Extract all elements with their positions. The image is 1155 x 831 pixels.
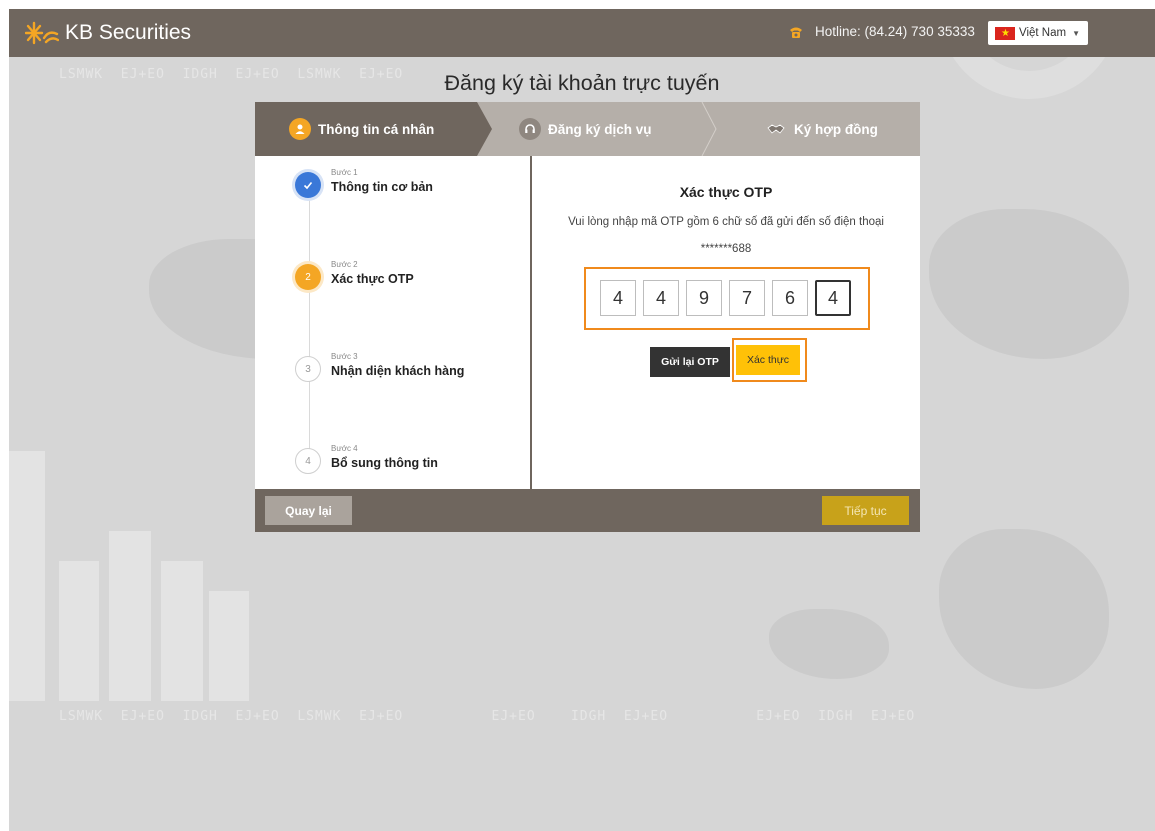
step-item-basic-info: Bước 1 Thông tin cơ bản	[295, 168, 433, 198]
background-map-shape	[769, 609, 889, 679]
background-bar-shape	[209, 591, 249, 701]
back-button[interactable]: Quay lại	[265, 496, 352, 525]
tab-label: Ký hợp đồng	[794, 121, 878, 137]
step-number-badge: 2	[295, 264, 321, 290]
chevron-divider-icon	[701, 102, 717, 156]
caret-down-icon: ▼	[1072, 28, 1081, 38]
otp-digit-input[interactable]: 4	[643, 280, 679, 316]
background-bar-shape	[9, 451, 45, 701]
verify-button[interactable]: Xác thực	[736, 345, 800, 375]
step-title: Bổ sung thông tin	[331, 456, 438, 470]
step-number-label: Bước 2	[331, 260, 358, 269]
tab-personal-info[interactable]: Thông tin cá nhân	[289, 102, 434, 156]
wizard-footer: Quay lại Tiếp tục	[255, 489, 920, 532]
step-number-label: Bước 1	[331, 168, 358, 177]
phone-icon	[790, 27, 802, 38]
step-number-label: Bước 4	[331, 444, 358, 453]
step-number-label: Bước 3	[331, 352, 358, 361]
next-button[interactable]: Tiếp tục	[822, 496, 909, 525]
language-selector[interactable]: ★ Việt Nam ▼	[988, 21, 1088, 45]
tab-sign-contract[interactable]: Ký hợp đồng	[765, 102, 878, 156]
kb-star-icon	[25, 21, 59, 45]
background-bar-shape	[161, 561, 203, 701]
otp-instruction: Vui lòng nhập mã OTP gồm 6 chữ số đã gửi…	[568, 216, 884, 228]
background-map-shape	[939, 529, 1109, 689]
handshake-icon	[765, 118, 787, 140]
tab-register-service[interactable]: Đăng ký dịch vụ	[519, 102, 652, 156]
registration-wizard: Thông tin cá nhân Đăng ký dịch vụ Ký hợp…	[255, 102, 920, 532]
brand-logo[interactable]: KB Securities	[25, 20, 191, 46]
otp-input-group: 4 4 9 7 6 4	[600, 280, 858, 316]
vietnam-flag-icon: ★	[995, 26, 1015, 40]
background-bar-shape	[109, 531, 151, 701]
step-item-additional-info: 4 Bước 4 Bổ sung thông tin	[295, 444, 438, 474]
otp-digit-input[interactable]: 7	[729, 280, 765, 316]
step-item-otp: 2 Bước 2 Xác thực OTP	[295, 260, 414, 290]
tab-label: Đăng ký dịch vụ	[548, 121, 652, 137]
top-navbar: KB Securities Hotline: (84.24) 730 35333…	[9, 9, 1155, 57]
background-map-shape	[929, 209, 1129, 359]
otp-digit-input-focused[interactable]: 4	[815, 280, 851, 316]
step-title: Thông tin cơ bản	[331, 180, 433, 194]
page-title: Đăng ký tài khoản trực tuyến	[444, 71, 720, 95]
otp-digit-input[interactable]: 9	[686, 280, 722, 316]
otp-title: Xác thực OTP	[679, 184, 773, 200]
wizard-body: Bước 1 Thông tin cơ bản 2 Bước 2 Xác thự…	[255, 156, 920, 489]
language-label: Việt Nam	[1019, 27, 1067, 39]
step-item-identify: 3 Bước 3 Nhận diện khách hàng	[295, 352, 465, 382]
masked-phone-number: *******688	[700, 243, 752, 255]
tab-label: Thông tin cá nhân	[318, 121, 435, 137]
step-title: Nhận diện khách hàng	[331, 364, 465, 378]
check-icon	[295, 172, 321, 198]
background-bar-shape	[59, 561, 99, 701]
step-connector-line	[309, 196, 310, 466]
user-icon	[289, 118, 311, 140]
step-title: Xác thực OTP	[331, 272, 414, 286]
hotline-info: Hotline: (84.24) 730 35333	[789, 24, 975, 39]
step-number-badge: 4	[295, 448, 321, 474]
app-window: LSMWK EJ+EO IDGH EJ+EO LSMWK EJ+EO LSMWK…	[9, 9, 1155, 831]
otp-panel: Xác thực OTP Vui lòng nhập mã OTP gồm 6 …	[532, 156, 920, 489]
hotline-text: Hotline: (84.24) 730 35333	[815, 24, 975, 39]
background-ticker-text: LSMWK EJ+EO IDGH EJ+EO LSMWK EJ+EO EJ+EO…	[59, 709, 916, 724]
otp-digit-input[interactable]: 6	[772, 280, 808, 316]
otp-digit-input[interactable]: 4	[600, 280, 636, 316]
step-list-panel: Bước 1 Thông tin cơ bản 2 Bước 2 Xác thự…	[255, 156, 530, 489]
step-number-badge: 3	[295, 356, 321, 382]
resend-otp-button[interactable]: Gửi lại OTP	[650, 347, 730, 377]
brand-name: KB Securities	[65, 21, 192, 44]
wizard-stepbar: Thông tin cá nhân Đăng ký dịch vụ Ký hợp…	[255, 102, 920, 156]
headset-icon	[519, 118, 541, 140]
